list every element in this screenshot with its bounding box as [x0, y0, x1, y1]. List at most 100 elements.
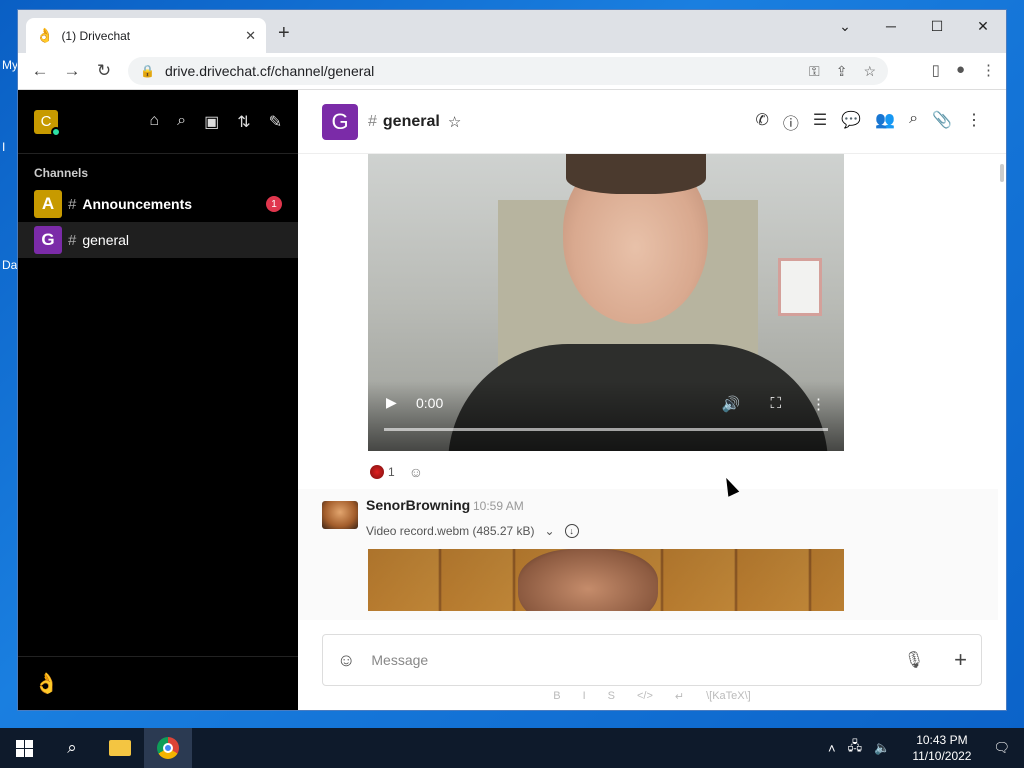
hash-icon: #	[68, 231, 77, 249]
video-frame-hair	[566, 154, 706, 194]
back-icon[interactable]: ←	[24, 61, 56, 81]
chevron-down-icon[interactable]: ⌄	[545, 524, 555, 538]
message-list[interactable]: ▶ 0:00 🔊 ⛶ ⋮ 1 ☺ SenorBrowning 10:59 AM …	[298, 154, 998, 620]
play-icon[interactable]: ▶	[386, 394, 397, 411]
taskbar-search-icon[interactable]: ⌕	[48, 728, 96, 768]
add-reaction-icon[interactable]: ☺	[409, 464, 423, 480]
reactions-row: 1 ☺	[370, 464, 423, 480]
multiline-button[interactable]: ↵	[675, 690, 684, 703]
red-ball-emoji-icon	[370, 465, 384, 479]
room-info-icon[interactable]: ⓘ	[783, 110, 799, 134]
video-frame-poster	[778, 258, 822, 316]
members-icon[interactable]: 👥	[875, 110, 895, 134]
formatting-toolbar: B I S </> ↵ \[KaTeX\]	[298, 690, 1006, 703]
desktop-icon-label[interactable]: I	[2, 140, 5, 154]
sidebar-toolbar: ⌂ ⌕ ▣ ⇅ ✎	[149, 112, 282, 132]
video-time: 0:00	[416, 395, 444, 411]
clock[interactable]: 10:43 PM 11/10/2022	[912, 732, 971, 764]
strike-button[interactable]: S	[608, 690, 615, 703]
sort-icon[interactable]: ⇅	[237, 112, 250, 132]
browser-tab[interactable]: 👌 (1) Drivechat ✕	[26, 18, 266, 53]
url-text[interactable]: drive.drivechat.cf/channel/general	[165, 63, 793, 79]
reload-icon[interactable]: ↻	[88, 61, 120, 81]
volume-icon[interactable]: 🔊	[722, 395, 741, 413]
online-status-dot	[51, 126, 61, 137]
video-progress-track[interactable]	[384, 428, 828, 431]
sidebar: C ⌂ ⌕ ▣ ⇅ ✎ Channels A # Announcements 1	[18, 90, 298, 710]
kebab-menu-icon[interactable]: ⋮	[966, 110, 982, 134]
key-icon[interactable]: ⚿	[809, 63, 820, 80]
tab-search-icon[interactable]: ⌄	[822, 10, 868, 42]
tab-title: (1) Drivechat	[61, 28, 131, 43]
call-icon[interactable]: ✆	[756, 110, 769, 134]
desktop-icon-label[interactable]: Da	[2, 258, 17, 272]
microphone-icon[interactable]: 🎙	[904, 650, 924, 670]
plus-icon[interactable]: +	[954, 647, 967, 673]
lock-icon[interactable]: 🔒	[140, 64, 155, 78]
video-player[interactable]: ▶ 0:00 🔊 ⛶ ⋮	[368, 154, 844, 451]
threads-icon[interactable]: ☰	[813, 110, 827, 134]
directory-icon[interactable]: ▣	[204, 112, 219, 132]
discussions-icon[interactable]: 💬	[841, 110, 861, 134]
channel-name: general	[82, 232, 130, 248]
scrollbar-thumb[interactable]	[1000, 164, 1004, 182]
bookmark-star-icon[interactable]: ☆	[863, 63, 876, 80]
hash-icon: #	[368, 112, 377, 130]
message-composer: ☺ Message 🎙 +	[322, 634, 982, 686]
message-item[interactable]: SenorBrowning 10:59 AM Video record.webm…	[298, 489, 998, 620]
message-author[interactable]: SenorBrowning	[366, 497, 470, 513]
video-frame-person	[518, 549, 658, 611]
emoji-icon[interactable]: ☺	[337, 650, 355, 671]
chrome-taskbar-button[interactable]	[144, 728, 192, 768]
minimize-button[interactable]: ─	[868, 10, 914, 42]
message-scrollbar[interactable]	[998, 154, 1006, 620]
video-controls: ▶ 0:00 🔊 ⛶ ⋮	[368, 381, 844, 451]
italic-button[interactable]: I	[583, 690, 586, 703]
folder-icon	[109, 740, 131, 756]
bold-button[interactable]: B	[553, 690, 560, 703]
favorite-star-icon[interactable]: ☆	[448, 113, 461, 131]
sidebar-item-announcements[interactable]: A # Announcements 1	[18, 186, 298, 222]
network-icon[interactable]: 🖧	[848, 737, 863, 759]
reaction-count: 1	[388, 465, 395, 479]
browser-menu-icon[interactable]: ⋮	[981, 61, 996, 79]
close-tab-icon[interactable]: ✕	[245, 28, 256, 44]
new-tab-button[interactable]: +	[278, 22, 290, 45]
share-icon[interactable]: ⇪	[836, 63, 848, 80]
download-icon[interactable]: ↓	[564, 524, 579, 538]
hand-icon[interactable]: 👌	[34, 671, 59, 696]
side-panel-icon[interactable]: ▯	[932, 61, 940, 79]
search-icon[interactable]: ⌕	[177, 112, 186, 132]
room-toolbar: ✆ ⓘ ☰ 💬 👥 ⌕ 📎 ⋮	[756, 110, 983, 134]
home-icon[interactable]: ⌂	[149, 112, 159, 132]
chevron-up-icon[interactable]: ˄	[828, 741, 836, 756]
create-new-icon[interactable]: ✎	[269, 112, 282, 132]
profile-icon[interactable]: ●	[956, 61, 965, 79]
fullscreen-icon[interactable]: ⛶	[770, 395, 781, 413]
omnibox[interactable]: 🔒 drive.drivechat.cf/channel/general ⚿ ⇪…	[128, 57, 888, 85]
avatar[interactable]	[322, 501, 358, 529]
room-header: G # general ☆ ✆ ⓘ ☰ 💬 👥 ⌕ 📎 ⋮	[298, 90, 1006, 154]
clock-time: 10:43 PM	[916, 733, 968, 747]
files-attachment-icon[interactable]: 📎	[932, 110, 952, 134]
maximize-button[interactable]: ☐	[914, 10, 960, 42]
forward-icon[interactable]: →	[56, 61, 88, 81]
attachment-info: Video record.webm (485.27 kB) ⌄ ↓	[366, 524, 579, 538]
message-input[interactable]: Message	[371, 652, 903, 668]
start-button[interactable]	[0, 728, 48, 768]
notifications-icon[interactable]: 🗨	[993, 740, 1010, 756]
volume-icon[interactable]: 🔈	[874, 740, 890, 756]
video-more-icon[interactable]: ⋮	[811, 395, 826, 413]
code-button[interactable]: </>	[637, 690, 653, 703]
katex-button[interactable]: \[KaTeX\]	[706, 690, 751, 703]
reaction-chip[interactable]: 1	[370, 465, 395, 479]
sidebar-item-general[interactable]: G # general	[18, 222, 298, 258]
desktop-icon-label[interactable]: My	[2, 58, 18, 72]
file-explorer-button[interactable]	[96, 728, 144, 768]
sidebar-header: C ⌂ ⌕ ▣ ⇅ ✎	[18, 90, 298, 154]
video-player[interactable]	[368, 549, 844, 611]
search-messages-icon[interactable]: ⌕	[909, 110, 918, 134]
close-window-button[interactable]: ✕	[960, 10, 1006, 42]
workspace-avatar[interactable]: C	[34, 109, 61, 137]
clock-date: 11/10/2022	[912, 749, 972, 763]
